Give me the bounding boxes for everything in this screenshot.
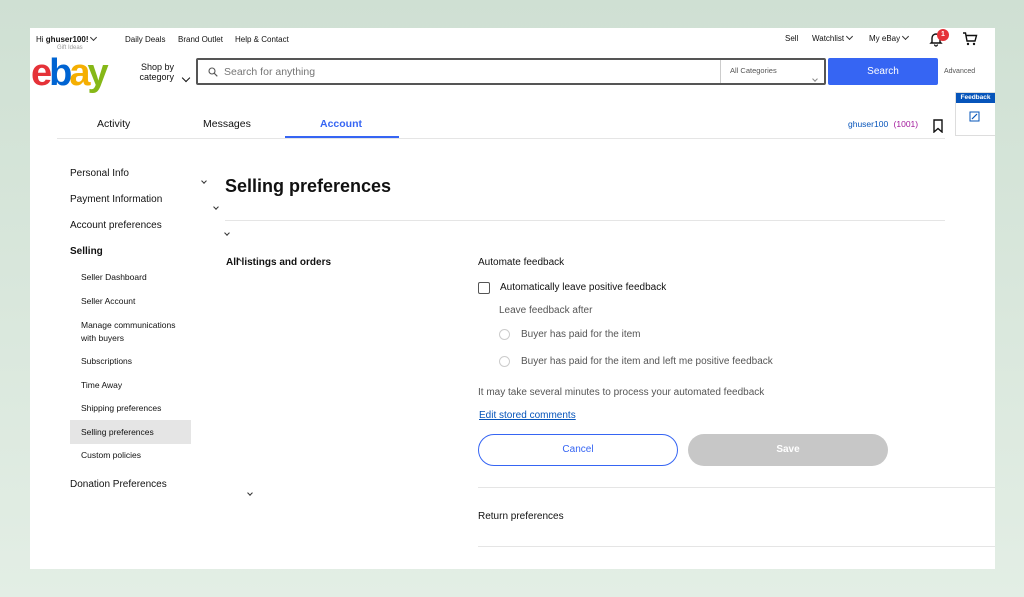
option-paid-radio[interactable]: [499, 329, 510, 340]
my-ebay-label: My eBay: [869, 34, 901, 43]
category-select[interactable]: All Categories: [730, 66, 777, 75]
chevron-down-icon: [213, 204, 219, 210]
daily-deals-link[interactable]: Daily Deals: [125, 35, 165, 44]
bookmark-icon[interactable]: [933, 119, 943, 133]
tab-account[interactable]: Account: [320, 118, 362, 130]
shop-by-category-button[interactable]: Shop by category: [134, 62, 174, 82]
user-score: (1001): [893, 119, 919, 129]
automate-feedback-heading: Automate feedback: [478, 257, 565, 268]
option-paid-label[interactable]: Buyer has paid for the item: [521, 329, 641, 340]
sidebar-subitem-seller-account[interactable]: Seller Account: [81, 295, 135, 308]
page-title: Selling preferences: [225, 176, 392, 196]
tab-messages[interactable]: Messages: [203, 118, 251, 130]
section-divider: [478, 487, 995, 488]
sidebar-subitem-manage-communications[interactable]: Manage communications with buyers: [81, 319, 176, 345]
title-divider: [225, 220, 945, 221]
shop-by-label: Shop by: [140, 62, 174, 72]
feedback-tab-label: Feedback: [956, 93, 995, 103]
save-button[interactable]: Save: [688, 434, 888, 466]
leave-feedback-after-label: Leave feedback after: [499, 305, 593, 316]
cart-icon[interactable]: [962, 31, 978, 47]
option-paid-feedback-radio[interactable]: [499, 356, 510, 367]
ebay-logo[interactable]: ebay: [31, 54, 109, 92]
ebay-page: Hi ghuser100! Gift Ideas Daily Deals Bra…: [30, 28, 995, 569]
sell-link[interactable]: Sell: [785, 34, 798, 43]
chevron-down-icon: [181, 73, 191, 83]
search-icon: [208, 67, 218, 77]
greeting[interactable]: Hi ghuser100!: [36, 33, 98, 44]
notification-badge: 1: [937, 29, 949, 41]
manage-communications-line2: with buyers: [81, 333, 124, 343]
greeting-prefix: Hi: [36, 35, 44, 44]
chevron-down-icon: [224, 230, 231, 236]
sidebar-item-payment-information[interactable]: Payment Information: [70, 194, 162, 205]
bottom-divider: [478, 546, 995, 547]
edit-stored-comments-link[interactable]: Edit stored comments: [479, 410, 576, 421]
option-paid-feedback-label[interactable]: Buyer has paid for the item and left me …: [521, 356, 773, 367]
return-preferences-heading[interactable]: Return preferences: [478, 511, 564, 522]
chevron-down-icon: [846, 32, 854, 41]
auto-leave-feedback-label[interactable]: Automatically leave positive feedback: [500, 282, 666, 293]
chevron-down-icon: [201, 178, 208, 184]
sidebar-item-personal-info[interactable]: Personal Info: [70, 168, 129, 179]
sidebar-subitem-selling-preferences[interactable]: Selling preferences: [81, 426, 154, 439]
advanced-search-link[interactable]: Advanced: [944, 68, 975, 75]
chevron-down-icon: [812, 76, 818, 82]
processing-note: It may take several minutes to process y…: [478, 387, 765, 398]
sidebar-item-account-preferences[interactable]: Account preferences: [70, 220, 162, 231]
chevron-down-icon: [902, 32, 910, 41]
help-contact-link[interactable]: Help & Contact: [235, 35, 289, 44]
cancel-button[interactable]: Cancel: [478, 434, 678, 466]
watchlist-label: Watchlist: [812, 34, 845, 43]
sidebar-subitem-time-away[interactable]: Time Away: [81, 379, 122, 392]
section-label: All listings and orders: [226, 257, 332, 268]
sidebar-item-donation-preferences[interactable]: Donation Preferences: [70, 479, 167, 490]
my-ebay-menu[interactable]: My eBay: [869, 32, 910, 43]
greeting-sub: Gift Ideas: [57, 45, 83, 51]
auto-leave-feedback-checkbox[interactable]: [478, 282, 490, 294]
search-bar: All Categories: [196, 58, 826, 85]
edit-note-icon: [969, 111, 980, 122]
brand-outlet-link[interactable]: Brand Outlet: [178, 35, 223, 44]
sidebar-subitem-seller-dashboard[interactable]: Seller Dashboard: [81, 271, 147, 284]
manage-communications-line1: Manage communications: [81, 320, 176, 330]
watchlist-menu[interactable]: Watchlist: [812, 32, 854, 43]
search-input[interactable]: [224, 63, 714, 81]
category-label: category: [139, 72, 174, 82]
chevron-down-icon: [90, 33, 98, 42]
search-button[interactable]: Search: [828, 58, 938, 85]
user-name: ghuser100: [848, 119, 889, 129]
greeting-username: ghuser100!: [45, 35, 89, 44]
feedback-tab[interactable]: Feedback: [955, 92, 995, 136]
sidebar-item-selling[interactable]: Selling: [70, 246, 103, 257]
user-info[interactable]: ghuser100 (1001): [848, 119, 918, 129]
chevron-down-icon: [247, 490, 254, 496]
tabs-divider: [57, 138, 945, 139]
tab-activity[interactable]: Activity: [97, 118, 130, 130]
sidebar-subitem-shipping-preferences[interactable]: Shipping preferences: [81, 402, 161, 415]
search-divider: [720, 60, 721, 83]
sidebar-subitem-subscriptions[interactable]: Subscriptions: [81, 355, 132, 368]
sidebar-subitem-custom-policies[interactable]: Custom policies: [81, 449, 141, 462]
